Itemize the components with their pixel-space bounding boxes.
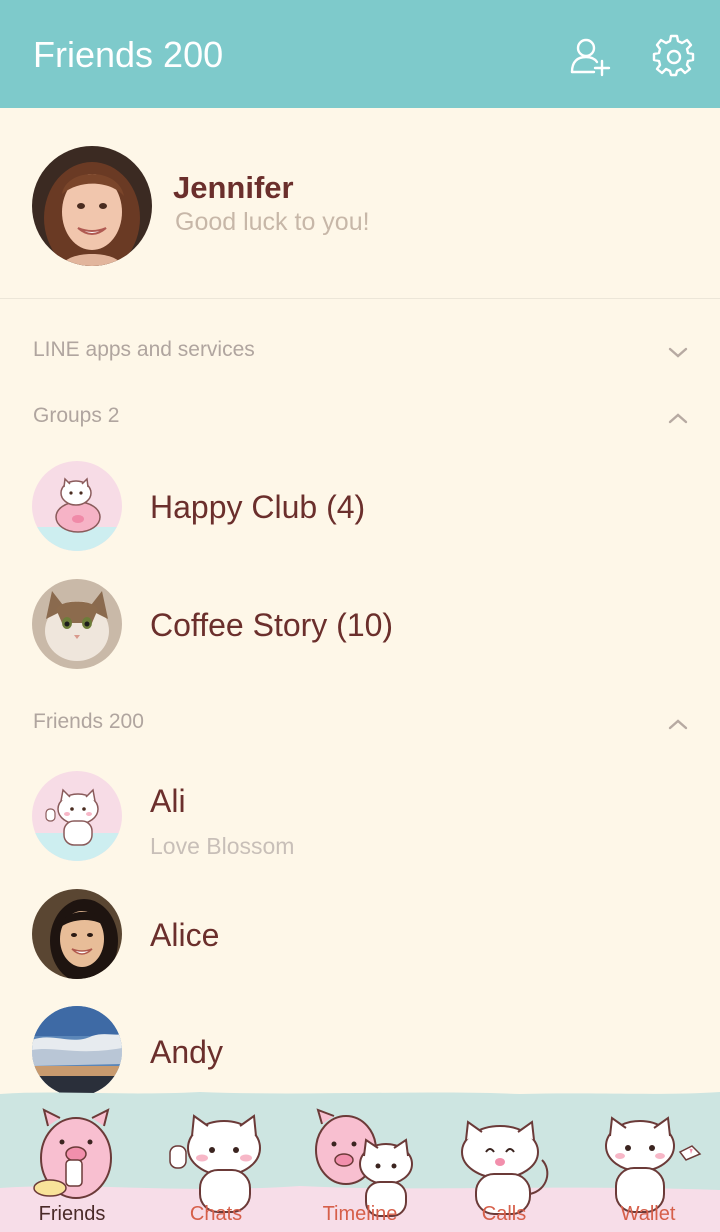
tab-calls[interactable]: Calls xyxy=(432,1090,576,1232)
tab-wallet[interactable]: Wallet xyxy=(576,1090,720,1232)
profile-name: Jennifer xyxy=(173,170,294,205)
header-bar: Friends 200 xyxy=(0,0,720,108)
section-label: LINE apps and services xyxy=(33,338,255,361)
group-name: Coffee Story (10) xyxy=(150,607,394,643)
chevron-up-icon xyxy=(668,719,688,730)
tab-label: Friends xyxy=(38,1203,106,1225)
friend-name: Andy xyxy=(150,1034,223,1070)
friend-row-alice[interactable]: Alice xyxy=(0,875,720,993)
tab-friends[interactable]: Friends xyxy=(0,1090,144,1232)
my-profile[interactable]: Jennifer Good luck to you! xyxy=(0,108,720,299)
profile-status-message: Good luck to you! xyxy=(175,208,370,236)
friend-row-ali[interactable]: Ali Love Blossom xyxy=(0,757,720,875)
section-label: Groups 2 xyxy=(33,404,120,427)
tab-label: Chats xyxy=(189,1203,243,1225)
group-avatar xyxy=(32,579,122,669)
friend-name: Ali xyxy=(150,783,186,819)
section-label: Friends 200 xyxy=(33,710,144,733)
chevron-down-icon xyxy=(668,347,688,358)
friend-name: Alice xyxy=(150,917,220,953)
group-row-coffee-story[interactable]: Coffee Story (10) xyxy=(0,565,720,683)
tab-label: Wallet xyxy=(620,1203,676,1225)
page-title: Friends 200 xyxy=(33,34,224,75)
settings-gear-icon[interactable] xyxy=(652,34,696,78)
friend-status-message: Love Blossom xyxy=(150,833,295,859)
group-avatar xyxy=(32,461,122,551)
tab-label: Timeline xyxy=(322,1203,398,1225)
friend-avatar xyxy=(32,889,122,979)
section-friends[interactable]: Friends 200 xyxy=(0,692,720,752)
group-name: Happy Club (4) xyxy=(150,489,366,525)
section-groups[interactable]: Groups 2 xyxy=(0,386,720,446)
bottom-tab-bar: Friends Chats Timeline Calls Wallet xyxy=(0,1090,720,1232)
section-line-apps-services[interactable]: LINE apps and services xyxy=(0,320,720,380)
chevron-up-icon xyxy=(668,413,688,424)
tab-timeline[interactable]: Timeline xyxy=(288,1090,432,1232)
profile-avatar xyxy=(32,146,152,266)
add-friend-icon[interactable] xyxy=(568,34,612,78)
tab-label: Calls xyxy=(481,1203,527,1225)
friend-avatar xyxy=(32,1006,122,1096)
group-row-happy-club[interactable]: Happy Club (4) xyxy=(0,447,720,565)
friend-avatar xyxy=(32,771,122,861)
tab-chats[interactable]: Chats xyxy=(144,1090,288,1232)
